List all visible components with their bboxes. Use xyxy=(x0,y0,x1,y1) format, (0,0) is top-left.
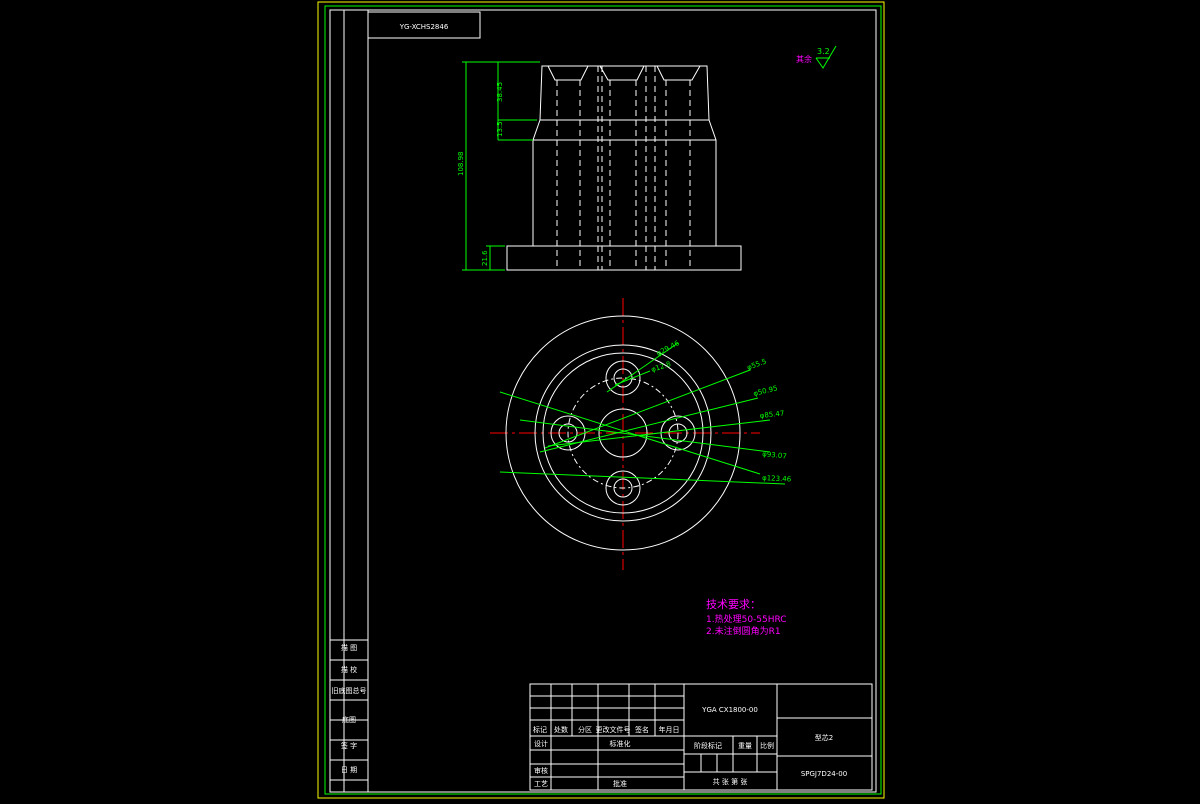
inner-border xyxy=(329,9,877,793)
stamp-check: 描 校 xyxy=(341,665,357,674)
dim-d55: φ55.5 xyxy=(746,357,768,371)
stamp-sign: 签 字 xyxy=(341,741,357,750)
dim-d93: φ93.07 xyxy=(762,450,787,461)
tb-material: SPGJ7D24-00 xyxy=(801,770,847,778)
top-view: φ29.46 φ12.8 φ55.5 φ50.95 φ85.47 φ93.07 … xyxy=(490,298,792,570)
tb-stage-mark: 阶段标记 xyxy=(694,741,722,750)
tb-mark: 标记 xyxy=(533,725,547,734)
roughness-value: 3.2 xyxy=(817,47,830,56)
tb-drawing-no: YGA CX1800-00 xyxy=(701,706,758,714)
tb-weight: 重量 xyxy=(738,742,752,750)
tb-change-no: 更改文件号 xyxy=(596,725,631,734)
dim-height-total: 108.98 xyxy=(457,152,465,177)
drawing-canvas: 描 图 描 校 旧底图总号 底图 签 字 日 期 YG-XCHS2846 其余 … xyxy=(317,1,885,799)
stamp-date: 日 期 xyxy=(341,766,357,774)
tb-signature: 签名 xyxy=(635,725,649,734)
tb-part-name: 型芯2 xyxy=(815,733,833,742)
dim-height-step: 13.5 xyxy=(496,121,504,137)
front-view xyxy=(506,65,742,271)
dim-height-top: 38.45 xyxy=(496,82,504,102)
green-border xyxy=(324,5,882,795)
tb-scale: 比例 xyxy=(760,741,774,750)
code-label: YG-XCHS2846 xyxy=(399,23,449,31)
tech-heading: 技术要求： xyxy=(706,598,761,611)
tech-requirements: 技术要求： 1.热处理50-55HRC 2.未注倒圆角为R1 xyxy=(706,598,787,637)
front-view-hidden-lines xyxy=(556,66,691,270)
stamp-base: 底图 xyxy=(342,715,356,724)
tb-standardize: 标准化 xyxy=(610,739,631,748)
tech-line-1: 1.热处理50-55HRC xyxy=(706,613,787,625)
tb-review: 审核 xyxy=(534,766,548,775)
tb-sheets: 共 张 第 张 xyxy=(713,777,748,786)
tb-design: 设计 xyxy=(534,739,548,748)
tb-process: 工艺 xyxy=(534,780,548,788)
tb-count: 处数 xyxy=(554,725,568,734)
roughness-label: 其余 xyxy=(796,54,812,64)
dim-d50: φ50.95 xyxy=(753,384,779,398)
tb-zone: 分区 xyxy=(578,725,592,734)
outer-border xyxy=(317,1,885,799)
side-stamp-column xyxy=(330,10,369,792)
dim-hole: φ12.8 xyxy=(650,360,672,374)
stamp-old-no: 旧底图总号 xyxy=(332,686,367,695)
dim-d123: φ123.46 xyxy=(762,474,792,484)
stamp-trace: 描 图 xyxy=(341,643,357,652)
tb-approve: 批准 xyxy=(613,779,627,788)
dim-height-flange: 21.6 xyxy=(481,250,489,266)
tech-line-2: 2.未注倒圆角为R1 xyxy=(706,625,781,637)
dim-d85: φ85.47 xyxy=(759,409,784,420)
dim-hole-pcd: φ29.46 xyxy=(655,339,681,358)
cad-drawing-sheet: 描 图 描 校 旧底图总号 底图 签 字 日 期 YG-XCHS2846 其余 … xyxy=(0,0,1200,800)
roughness-symbol: 其余 3.2 xyxy=(796,45,837,69)
tb-date: 年月日 xyxy=(659,725,680,734)
